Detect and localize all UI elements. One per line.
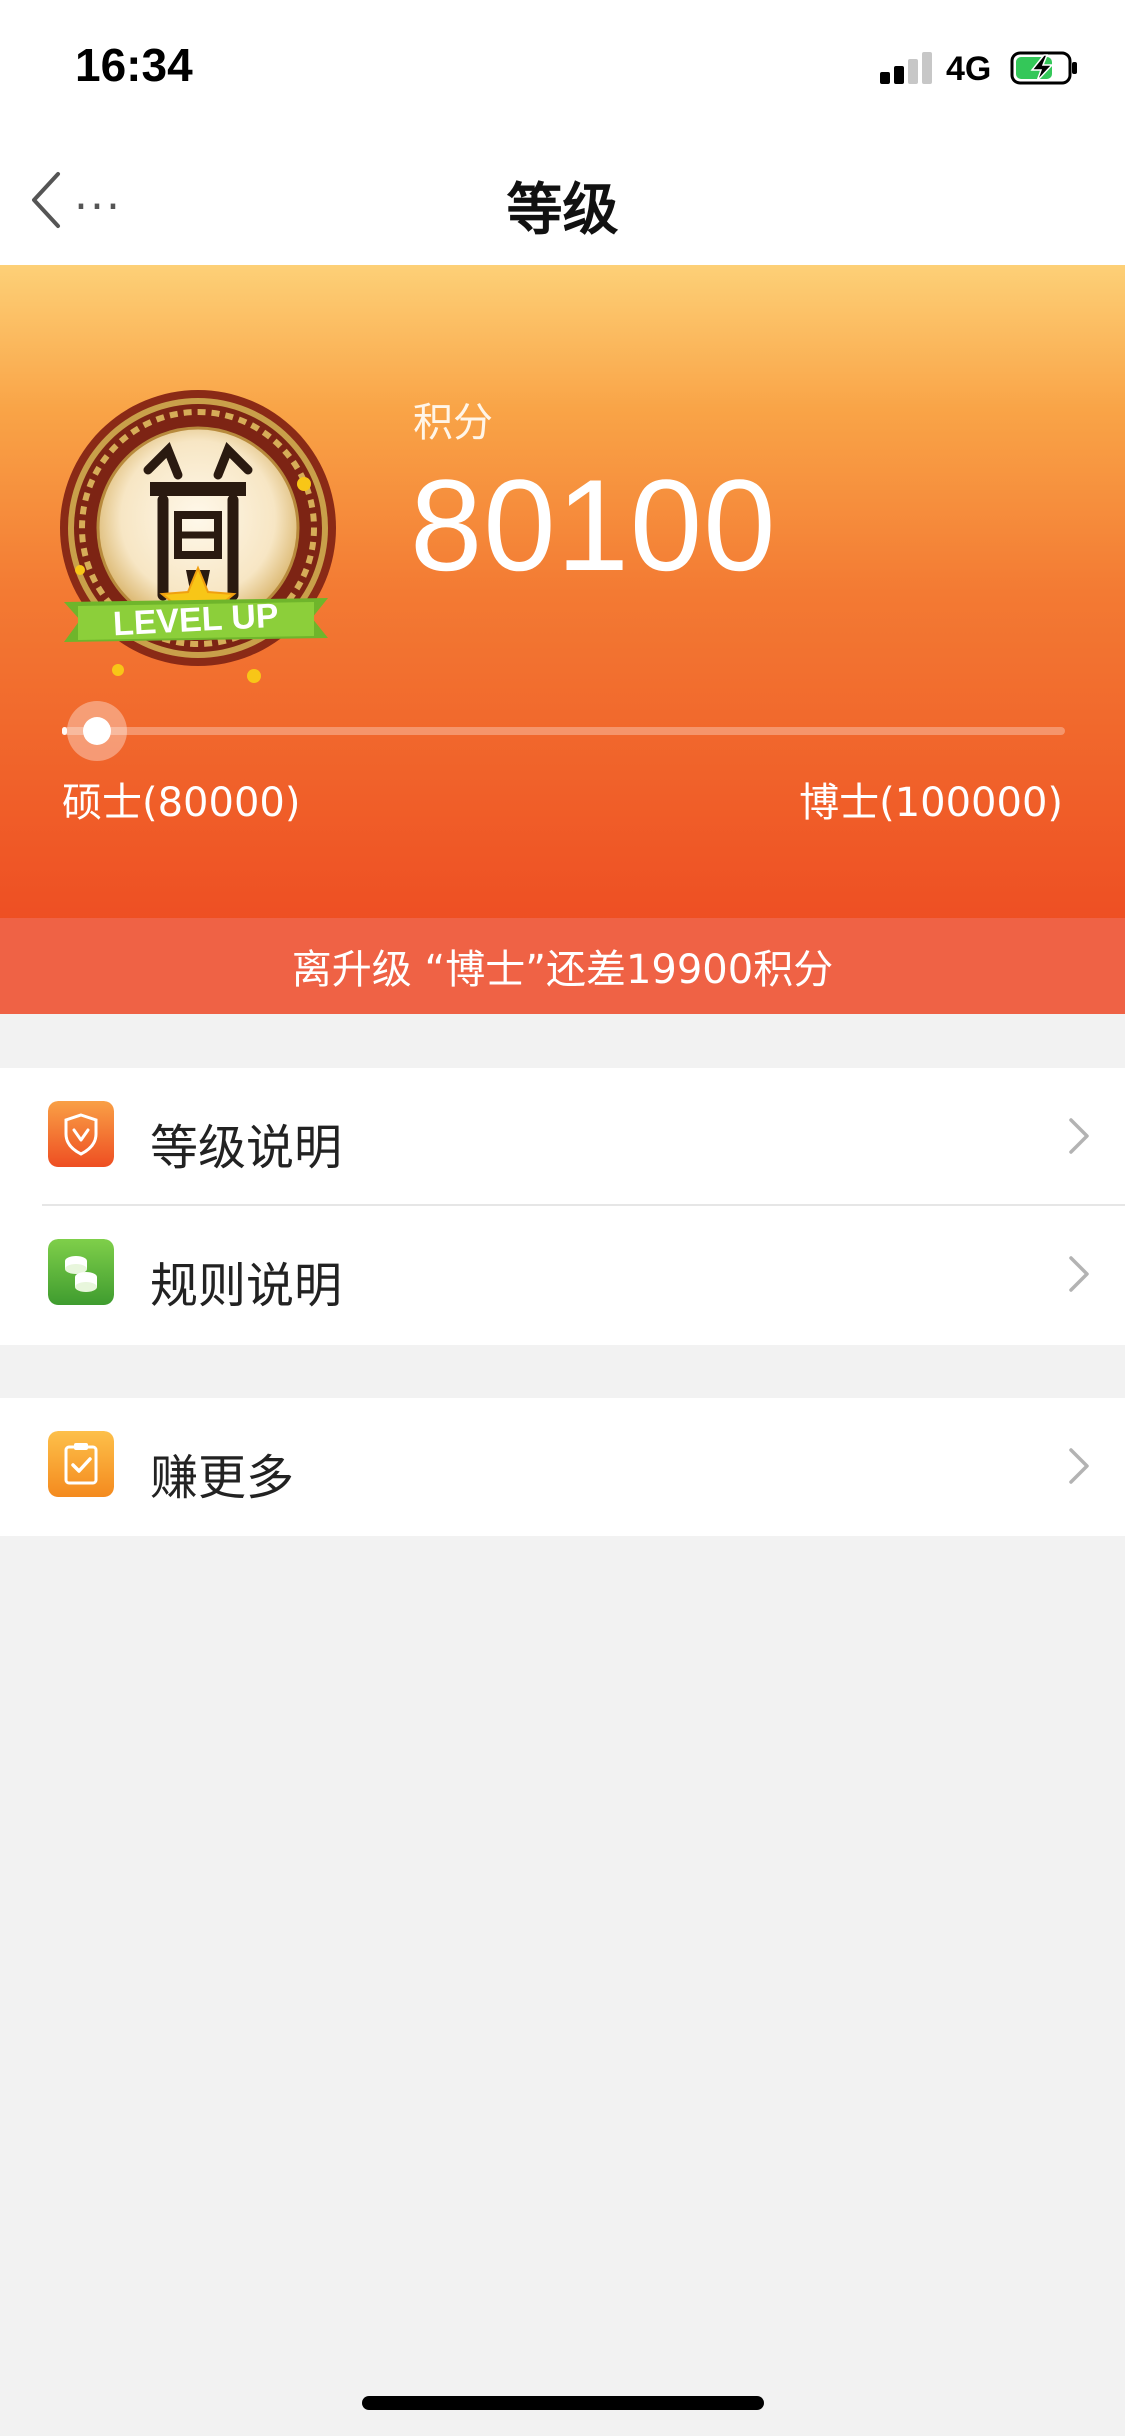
coins-icon <box>48 1239 114 1305</box>
shield-icon <box>48 1101 114 1167</box>
clipboard-check-icon <box>48 1431 114 1497</box>
upgrade-hint-banner: 离升级 “博士”还差19900积分 <box>0 918 1125 1014</box>
points-value: 80100 <box>410 452 777 598</box>
level-description-label: 等级说明 <box>150 1120 343 1176</box>
next-level-label: 博士(100000) <box>799 780 1063 826</box>
status-time: 16:34 <box>75 39 193 91</box>
network-type: 4G <box>946 50 992 88</box>
level-progress-thumb <box>67 701 127 761</box>
rules-description-label: 规则说明 <box>150 1258 343 1314</box>
earn-more-label: 赚更多 <box>150 1450 295 1506</box>
home-indicator[interactable] <box>362 2396 764 2410</box>
page-title: 等级 <box>506 178 619 243</box>
chevron-right-icon <box>1069 1118 1089 1154</box>
level-progress-bar <box>62 701 1065 761</box>
earn-more-item[interactable]: 赚更多 <box>0 1398 1125 1536</box>
points-label: 积分 <box>413 400 493 446</box>
chevron-right-icon <box>1069 1256 1089 1292</box>
level-badge-icon: LEVEL UP <box>60 390 336 683</box>
rules-description-item[interactable]: 规则说明 <box>0 1206 1125 1344</box>
battery-charging-icon <box>1010 51 1077 85</box>
current-level-label: 硕士(80000) <box>62 780 301 826</box>
navigation-bar: ... 等级 <box>0 135 1125 265</box>
signal-icon <box>880 52 934 84</box>
status-bar: 16:34 4G <box>0 0 1125 135</box>
menu-group-primary: 等级说明 规则说明 <box>0 1068 1125 1345</box>
chevron-right-icon <box>1069 1448 1089 1484</box>
level-hero-card: LEVEL UP 积分 80100 硕士(80000) 博士(100000) <box>0 265 1125 920</box>
level-description-item[interactable]: 等级说明 <box>0 1068 1125 1206</box>
menu-group-secondary: 赚更多 <box>0 1398 1125 1536</box>
